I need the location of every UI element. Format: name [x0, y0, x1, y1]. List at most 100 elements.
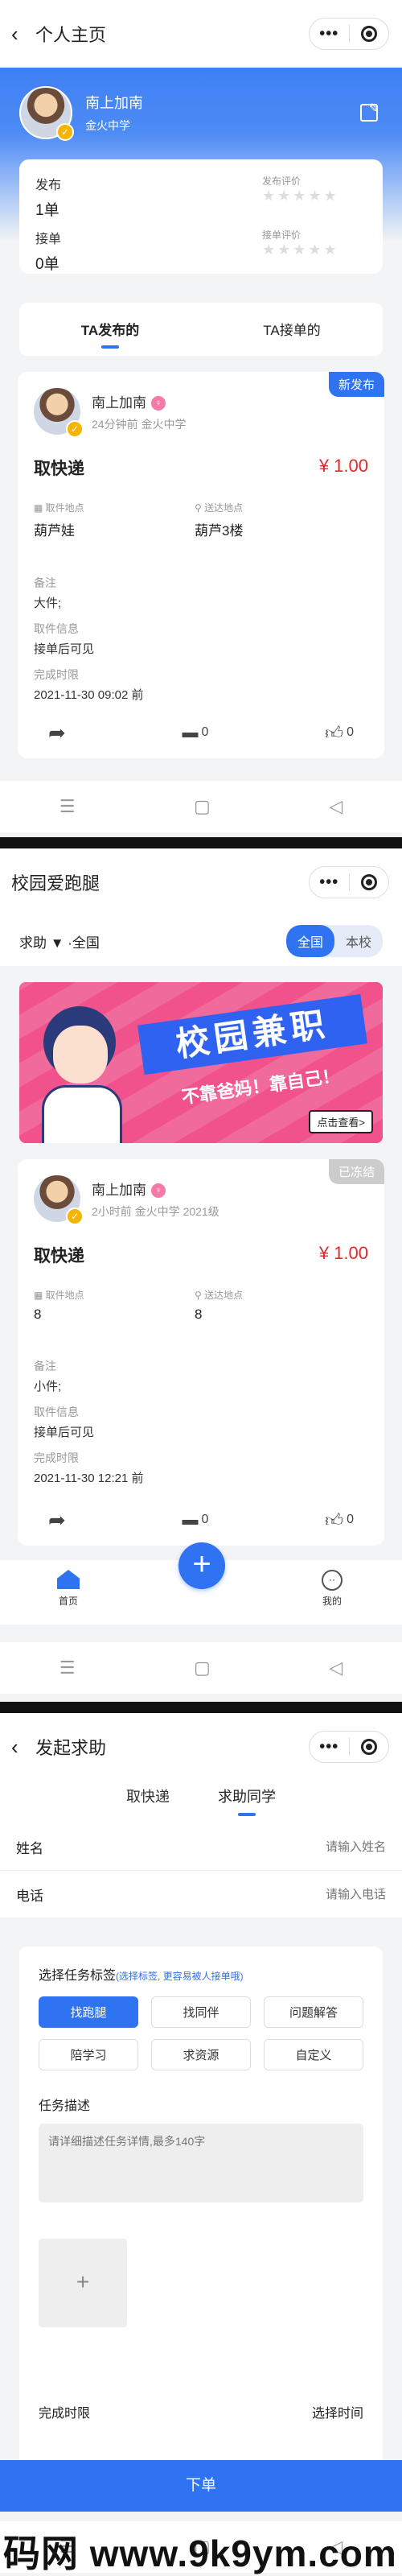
submit-button[interactable]: 下单: [0, 2460, 402, 2512]
tab-mine-label: 我的: [322, 1596, 342, 1607]
edit-icon[interactable]: ✎: [360, 102, 379, 122]
card-actions: ➦ ▬ 0 👍︎ 0: [18, 1494, 384, 1546]
face-icon: ··: [322, 1570, 343, 1591]
back-icon[interactable]: ‹: [11, 22, 35, 47]
tab-indicator: [101, 345, 119, 349]
user-school: 金火中学: [85, 119, 130, 132]
close-mini-program-icon[interactable]: [349, 874, 388, 890]
task-description-input[interactable]: [39, 2124, 363, 2202]
page-title: 个人主页: [35, 25, 107, 45]
mini-program-capsule[interactable]: •••: [309, 18, 389, 50]
chip-companion[interactable]: 找同伴: [151, 1996, 251, 2028]
tab-express[interactable]: 取快递: [126, 1781, 170, 1824]
like-button[interactable]: 👍︎ 0: [325, 722, 354, 744]
type-tabs: 取快递 求助同学: [0, 1781, 402, 1824]
name-input[interactable]: [225, 1840, 386, 1854]
mini-program-capsule[interactable]: •••: [309, 866, 389, 898]
phone-row: 电话: [0, 1871, 402, 1918]
comment-icon: ▬: [182, 1510, 199, 1529]
task-card[interactable]: 已冻结 ✓ 南上加南 ♀ 2小时前 金火中学 2021级 取快递 ¥ 1.00 ▦…: [18, 1159, 384, 1546]
more-icon[interactable]: •••: [310, 25, 349, 43]
navbar: ‹ 个人主页 •••: [0, 0, 402, 68]
phone-label: 电话: [16, 1888, 43, 1904]
chip-qa[interactable]: 问题解答: [264, 1996, 363, 2028]
more-icon[interactable]: •••: [310, 1738, 349, 1757]
back-triangle-icon[interactable]: ◁: [329, 796, 343, 817]
verified-icon: ✓: [66, 1208, 84, 1225]
profile-header: ✓ 南上加南 金火中学 ✎: [19, 80, 383, 145]
note-value: 小件;: [34, 1380, 62, 1393]
chip-errand[interactable]: 找跑腿: [39, 1996, 138, 2028]
system-nav-bar: ☰ ▢ ◁: [0, 1642, 402, 1694]
like-count: 0: [347, 725, 354, 739]
comment-button[interactable]: ▬ 0: [182, 1511, 208, 1530]
deadline-label: 完成时限: [34, 1451, 79, 1464]
region-filter[interactable]: 求助 ▼ ·全国: [19, 931, 100, 952]
poster-name: 南上加南: [92, 394, 146, 411]
share-icon[interactable]: ➦: [48, 720, 66, 745]
back-icon[interactable]: ‹: [11, 1735, 35, 1760]
take-label: 接单: [35, 233, 62, 246]
chip-custom[interactable]: 自定义: [264, 2039, 363, 2070]
avatar[interactable]: ✓: [19, 86, 74, 141]
home-square-icon[interactable]: ▢: [194, 1657, 211, 1678]
chip-resource[interactable]: 求资源: [151, 2039, 251, 2070]
filter-bar: 求助 ▼ ·全国 全国 本校: [0, 916, 402, 966]
stats-card: 发布 1单 发布评价 ★★★★★ 接单 0单 接单评价 ★★★★★: [19, 159, 383, 274]
task-form-card: 选择任务标签(选择标签, 更容易被人接单哦) 找跑腿 找同伴 问题解答 陪学习 …: [19, 1946, 383, 2494]
back-triangle-icon[interactable]: ◁: [329, 1657, 343, 1678]
publish-fab[interactable]: +: [178, 1542, 225, 1589]
deadline-picker[interactable]: 选择时间: [312, 2402, 363, 2421]
status-badge: 新发布: [328, 372, 384, 397]
image-upload-button[interactable]: +: [39, 2239, 127, 2327]
page-title: 校园爱跑腿: [11, 873, 100, 894]
share-icon[interactable]: ➦: [48, 1508, 66, 1533]
pickup-label: 取件地点: [45, 502, 84, 514]
tab-published[interactable]: TA发布的: [19, 303, 201, 356]
name-row: 姓名: [0, 1824, 402, 1871]
like-button[interactable]: 👍︎ 0: [325, 1509, 354, 1531]
location-icon: ⚲: [195, 502, 205, 514]
post-meta: 24分钟前 金火中学: [92, 417, 187, 431]
phone-input[interactable]: [225, 1887, 386, 1901]
task-card[interactable]: 新发布 ✓ 南上加南 ♀ 24分钟前 金火中学 取快递 ¥ 1.00 ▦ 取件地点…: [18, 372, 384, 758]
menu-icon[interactable]: ☰: [59, 796, 76, 817]
more-icon[interactable]: •••: [310, 873, 349, 892]
note-value: 大件;: [34, 597, 62, 610]
comment-icon: ▬: [182, 723, 199, 741]
tab-published-label: TA发布的: [80, 323, 140, 338]
tab-mine[interactable]: ·· 我的: [312, 1570, 352, 1608]
avatar[interactable]: ✓: [34, 388, 84, 438]
publish-rating-label: 发布评价: [262, 175, 302, 187]
desc-label: 任务描述: [39, 2099, 91, 2113]
take-rating-label: 接单评价: [262, 229, 302, 241]
tab-home[interactable]: 首页: [48, 1570, 88, 1608]
scope-school[interactable]: 本校: [334, 925, 383, 957]
poster-name: 南上加南: [92, 1182, 146, 1198]
banner-cta[interactable]: 点击查看>: [309, 1110, 373, 1133]
close-mini-program-icon[interactable]: [349, 26, 388, 42]
like-count: 0: [347, 1513, 354, 1526]
pickup-value: 8: [34, 1307, 42, 1322]
name-label: 姓名: [16, 1841, 43, 1856]
verified-icon: ✓: [56, 123, 74, 141]
card-actions: ➦ ▬ 0 👍︎ 0: [18, 707, 384, 758]
tab-help-classmate[interactable]: 求助同学: [218, 1781, 276, 1824]
comment-button[interactable]: ▬ 0: [182, 724, 208, 742]
deadline-value: 2021-11-30 09:02 前: [34, 688, 144, 702]
avatar[interactable]: ✓: [34, 1175, 84, 1225]
task-price: ¥ 1.00: [318, 1243, 368, 1263]
menu-icon[interactable]: ☰: [59, 1657, 76, 1678]
mini-program-capsule[interactable]: •••: [309, 1731, 389, 1763]
tab-taken[interactable]: TA接单的: [201, 303, 383, 356]
thumb-up-icon: 👍︎: [325, 1509, 344, 1530]
home-square-icon[interactable]: ▢: [194, 796, 211, 817]
scope-national[interactable]: 全国: [285, 925, 334, 957]
publish-rating-stars: ★★★★★: [262, 188, 339, 204]
tab-indicator: [238, 1813, 256, 1816]
promo-banner[interactable]: 校园兼职 不靠爸妈！靠自己！ 点击查看>: [19, 982, 383, 1143]
deadline-row[interactable]: 完成时限 选择时间: [39, 2402, 363, 2421]
chip-study[interactable]: 陪学习: [39, 2039, 138, 2070]
profile-tabs: TA发布的 TA接单的: [19, 303, 383, 356]
close-mini-program-icon[interactable]: [349, 1739, 388, 1755]
